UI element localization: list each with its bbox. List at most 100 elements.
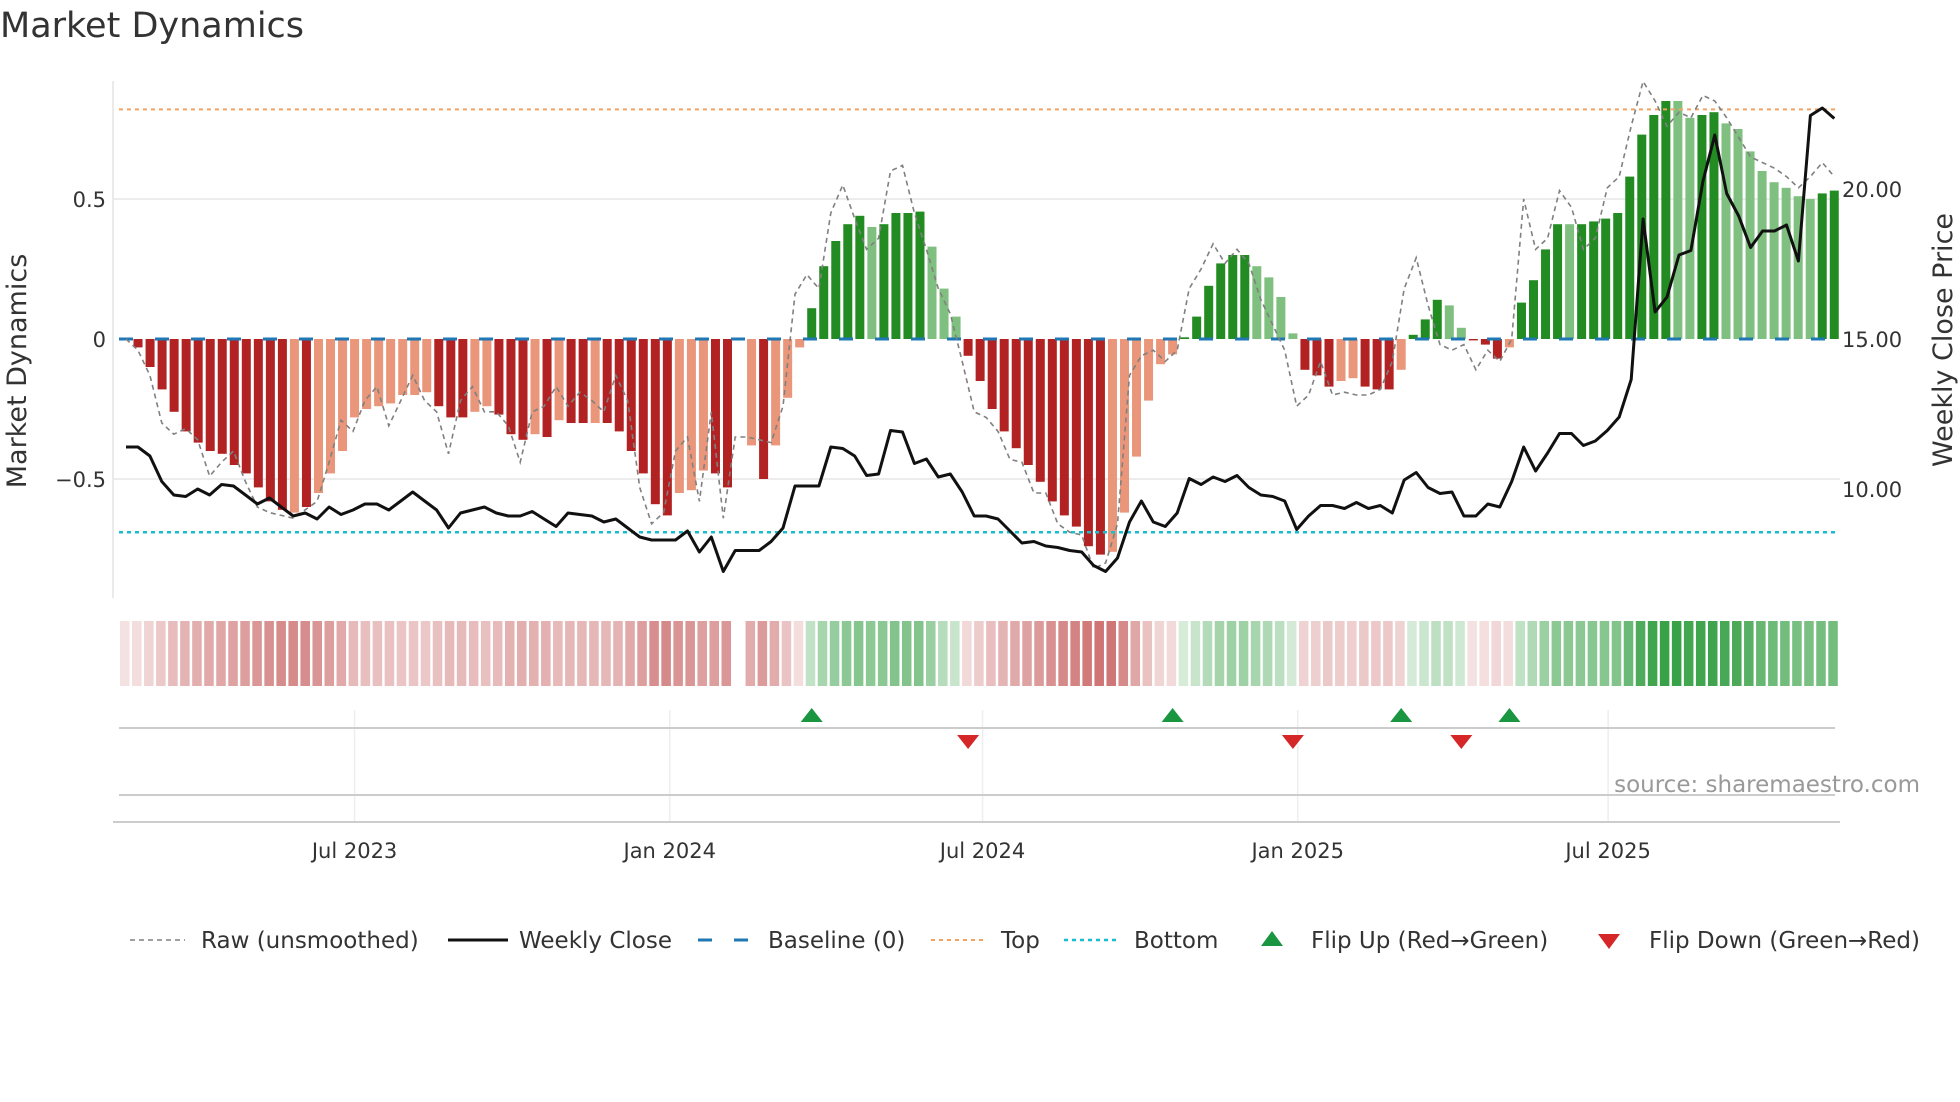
dynamics-bar (1276, 297, 1286, 339)
regime-strip-cell (1058, 621, 1068, 686)
regime-strip-cell (1082, 621, 1092, 686)
dynamics-bar (674, 339, 684, 493)
dynamics-bar (1132, 339, 1142, 457)
dynamics-bar (879, 224, 889, 339)
regime-strip-cell (1407, 621, 1417, 686)
dynamics-bar (253, 339, 263, 488)
legend-flip-down-icon (1598, 934, 1620, 949)
regime-strip-cell (1503, 621, 1513, 686)
dynamics-bar (1733, 129, 1743, 339)
regime-strip-cell (1780, 621, 1790, 686)
regime-strip-cell (1190, 621, 1201, 686)
dynamics-bar (831, 241, 841, 339)
x-tick-label: Jan 2025 (1249, 839, 1344, 863)
dynamics-bar (662, 339, 672, 516)
dynamics-bar (458, 339, 468, 418)
regime-strip-cell (1732, 621, 1742, 686)
regime-strip-cell (889, 621, 900, 686)
legend-label: Raw (unsmoothed) (201, 928, 419, 954)
regime-strip-cell (1611, 621, 1622, 686)
regime-strip-cell (1010, 621, 1020, 686)
dynamics-bar (1613, 213, 1623, 339)
x-tick-label: Jul 2023 (310, 839, 397, 863)
regime-strip-cell (480, 621, 491, 686)
flip-down-marker (1281, 735, 1304, 749)
regime-strip-cell (324, 621, 335, 686)
y2-tick-label: 20.00 (1842, 178, 1902, 202)
dynamics-bar (1673, 101, 1683, 339)
regime-strip-cell (1335, 621, 1345, 686)
regime-strip-cell (913, 621, 924, 686)
dynamics-bar (554, 339, 564, 421)
dynamics-bar (506, 339, 516, 435)
regime-strip-cell (276, 621, 286, 686)
regime-strip-cell (853, 621, 864, 686)
dynamics-bar (1577, 224, 1587, 339)
regime-strip-cell (252, 621, 262, 686)
dynamics-bar (1119, 339, 1129, 513)
regime-strip-cell (1395, 621, 1405, 686)
dynamics-bar (1228, 255, 1238, 339)
regime-strip-cell (877, 621, 888, 686)
dynamics-bar (1553, 224, 1563, 339)
dynamics-bar (482, 339, 492, 407)
regime-strip-cell (805, 621, 816, 686)
regime-strip-cell (1383, 621, 1393, 686)
dynamics-bar (205, 339, 215, 451)
regime-strip-cell (1527, 621, 1538, 686)
dynamics-bar (301, 339, 311, 507)
dynamics-bar (145, 339, 155, 367)
dynamics-bar (229, 339, 239, 465)
dynamics-bar (1312, 339, 1322, 376)
regime-strip-cell (132, 621, 142, 686)
regime-strip-cell (950, 621, 960, 686)
regime-strip-cell (204, 621, 214, 686)
legend-flip-up-icon (1261, 931, 1283, 946)
dynamics-bar (1601, 218, 1611, 339)
dynamics-bar (1252, 266, 1262, 339)
regime-strip-cell (1792, 621, 1802, 686)
regime-strip-cell (192, 621, 202, 686)
dynamics-bar (241, 339, 251, 474)
dynamics-bar (807, 308, 817, 339)
dynamics-bar (350, 339, 360, 418)
dynamics-bar (434, 339, 444, 407)
dynamics-bar (1035, 339, 1045, 482)
regime-strip-cell (793, 621, 804, 686)
dynamics-bar (927, 246, 937, 339)
dynamics-bar (217, 339, 227, 454)
regime-strip-cell (1070, 621, 1080, 686)
regime-strip-cell (613, 621, 623, 686)
regime-strip-cell (1575, 621, 1586, 686)
regime-strip-cell (577, 621, 587, 686)
dynamics-bar (1336, 339, 1346, 381)
dynamics-bar (1817, 193, 1827, 339)
dynamics-bar (855, 215, 865, 339)
y-tick-label: 0.5 (73, 188, 106, 212)
dynamics-bar (578, 339, 588, 423)
dynamics-bar (398, 339, 408, 395)
regime-strip-cell (348, 621, 359, 686)
dynamics-bar (338, 339, 348, 451)
dynamics-bar (157, 339, 167, 390)
regime-strip-cell (1202, 621, 1213, 686)
dynamics-bar (1384, 339, 1394, 390)
dynamics-bar (1516, 302, 1526, 339)
regime-strip-cell (1635, 621, 1646, 686)
regime-strip-cell (144, 621, 154, 686)
y-tick-label: −0.5 (55, 468, 106, 492)
regime-strip-cell (216, 621, 226, 686)
dynamics-bar (1468, 339, 1478, 341)
flip-up-marker (800, 708, 823, 722)
dynamics-bar (193, 339, 203, 443)
dynamics-bar (1180, 337, 1190, 339)
legend-label: Flip Down (Green→Red) (1649, 928, 1920, 954)
regime-strip-cell (1683, 621, 1694, 686)
dynamics-bar (374, 339, 384, 407)
regime-strip-cell (1479, 621, 1489, 686)
dynamics-bar (1059, 339, 1069, 516)
x-tick-label: Jan 2024 (622, 839, 717, 863)
dynamics-bar (686, 339, 696, 491)
dynamics-bar (133, 339, 143, 348)
regime-strip-cell (1587, 621, 1598, 686)
